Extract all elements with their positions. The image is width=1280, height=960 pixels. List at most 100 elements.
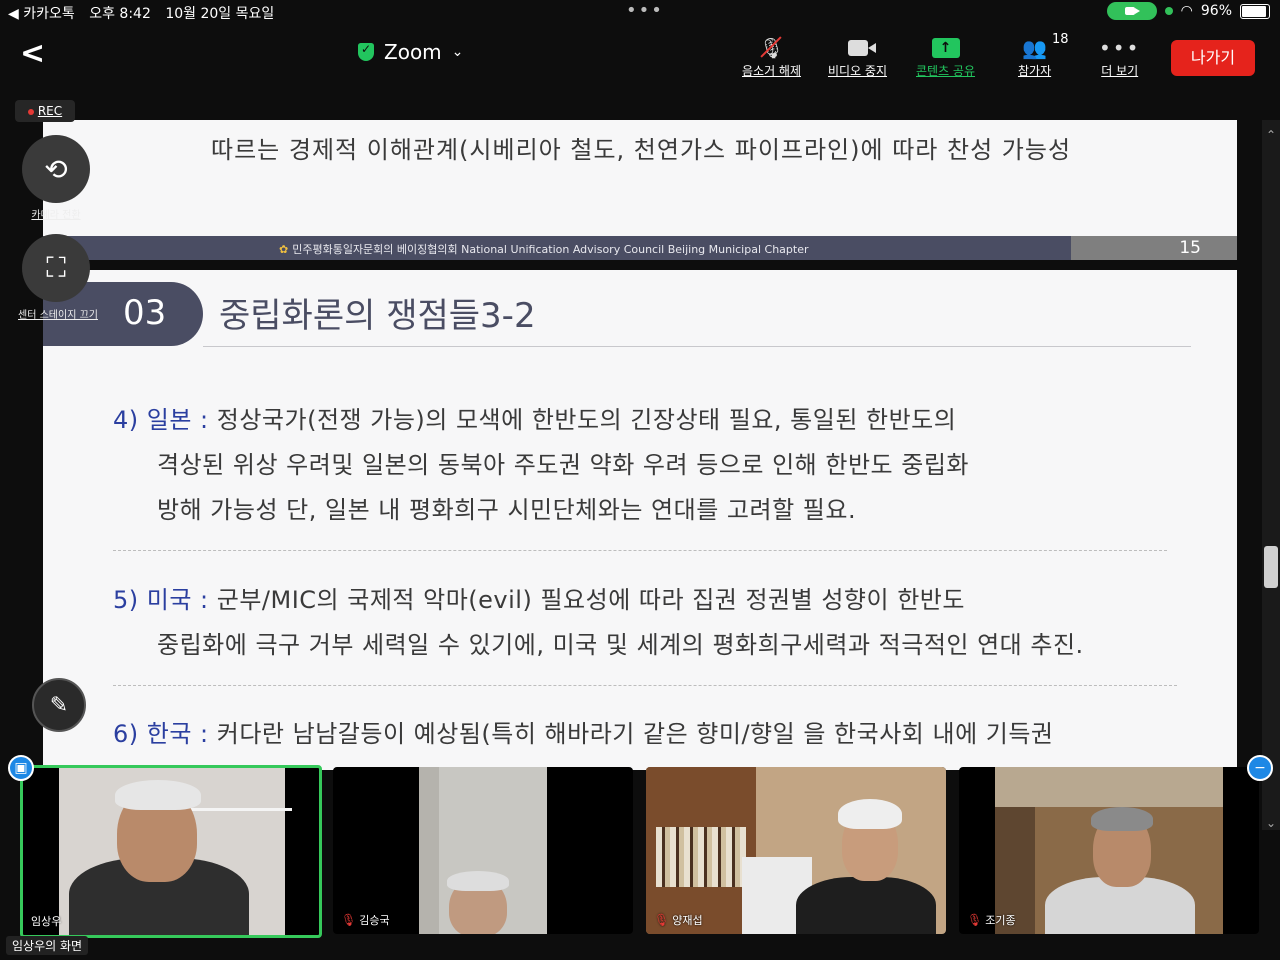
shield-check-icon [358, 42, 374, 61]
slide-footer-label: 민주평화통일자문회의 베이징협의회 National Unification A… [292, 243, 809, 256]
unmute-label: 음소거 해제 [742, 64, 802, 78]
back-chevron-icon[interactable]: < [20, 36, 45, 71]
video-feed [59, 768, 292, 935]
gallery-view-icon[interactable]: ▣ [8, 755, 34, 781]
status-left: ◀ 카카오톡 오후 8:42 10월 20일 목요일 [8, 3, 284, 23]
slide-footer-text: ✿ 민주평화통일자문회의 베이징협의회 National Unification … [279, 241, 809, 257]
people-icon: 👥 [1022, 36, 1048, 60]
meeting-title[interactable]: Zoom ⌄ [358, 40, 463, 64]
scroll-up-icon[interactable]: ⌃ [1266, 128, 1276, 142]
item-usa-text1: 군부/MIC의 국제적 악마(evil) 필요성에 따라 집권 정권별 성향이 … [208, 586, 965, 614]
camera-switch-button[interactable]: ⟲ [22, 135, 90, 203]
item-korea-text1: 커다란 남남갈등이 예상됨(특히 해바라기 같은 향미/향일 을 한국사회 내에… [208, 720, 1054, 748]
section-number: 03 [123, 293, 167, 333]
participant-name: 🎙 조기종 [967, 912, 1016, 928]
participant-name: 임상우 [31, 913, 61, 929]
section-underline [203, 346, 1191, 347]
participant-tile[interactable]: 🎙 김승국 [333, 767, 633, 934]
participant-name-text: 양재섭 [672, 914, 703, 927]
status-date: 10월 20일 목요일 [165, 6, 275, 22]
camera-rotate-icon: ⟲ [44, 152, 68, 186]
mic-off-icon: 🎙 [758, 36, 785, 60]
item-usa-label: 5) 미국 : [113, 586, 209, 614]
participant-name: 🎙 양재섭 [654, 912, 703, 928]
item-japan-line3: 방해 가능성 단, 일본 내 평화희구 시민단체와는 연대를 고려할 필요. [157, 496, 857, 524]
person-hair [115, 780, 201, 810]
participant-name: 🎙 김승국 [341, 912, 390, 928]
background-ceiling [995, 767, 1223, 807]
video-feed [646, 767, 946, 934]
center-stage-label: 센터 스테이지 끄기 [18, 310, 98, 321]
vertical-scrollbar[interactable]: ⌃ ⌄ [1262, 120, 1280, 830]
leave-button[interactable]: 나가기 [1171, 40, 1255, 76]
participant-name-text: 김승국 [359, 914, 390, 927]
record-dot-icon [27, 108, 34, 115]
multitask-dots-icon[interactable]: ••• [626, 0, 664, 21]
annotate-button[interactable]: ✎ [32, 678, 86, 732]
video-feed [995, 767, 1223, 934]
mic-muted-icon: 🎙 [654, 913, 670, 927]
item-usa-line2: 중립화에 극구 거부 세력일 수 있기에, 미국 및 세계의 평화희구세력과 적… [157, 631, 1084, 659]
person-hair [447, 871, 509, 891]
share-arrow-icon: ↑ [931, 38, 960, 58]
mic-muted-icon: 🎙 [341, 913, 357, 927]
background-books [656, 827, 746, 887]
stop-video-button[interactable]: 비디오 중지 [828, 36, 887, 79]
person-hair [1091, 807, 1153, 831]
item-japan-label: 4) 일본 : [113, 406, 209, 434]
mic-muted-icon: 🎙 [967, 913, 983, 927]
page-number-block [1071, 236, 1237, 260]
slide-footer-band: ✿ 민주평화통일자문회의 베이징협의회 National Unification … [43, 236, 1237, 260]
status-bar: ◀ 카카오톡 오후 8:42 10월 20일 목요일 ••• ◠ 96% [0, 0, 1280, 24]
slide-gap [43, 260, 1237, 270]
center-stage-button[interactable]: ⛶ [22, 234, 90, 302]
person-body [796, 877, 936, 934]
share-content-label: 콘텐츠 공유 [916, 64, 976, 78]
item-korea-label: 6) 한국 : [113, 720, 209, 748]
participant-tile-active[interactable]: 임상우 [20, 765, 322, 938]
participant-tile[interactable]: 🎙 양재섭 [646, 767, 946, 934]
slide-top-text: 따르는 경제적 이해관계(시베리아 철도, 천연가스 파이프라인)에 따라 찬성… [211, 136, 1072, 164]
item-usa-line1: 5) 미국 : 군부/MIC의 국제적 악마(evil) 필요성에 따라 집권 … [113, 580, 965, 615]
status-time: 오후 8:42 [89, 6, 151, 22]
participants-count: 18 [1052, 32, 1069, 47]
status-right: ◠ 96% [1106, 2, 1270, 20]
screen-owner-label: 임상우의 화면 [6, 936, 89, 955]
item-japan-text1: 정상국가(전쟁 가능)의 모색에 한반도의 긴장상태 필요, 통일된 한반도의 [208, 406, 957, 434]
chevron-down-icon: ⌄ [451, 44, 464, 60]
participant-name-text: 조기종 [985, 914, 1016, 927]
camera-in-use-icon [1106, 2, 1157, 20]
scroll-down-icon[interactable]: ⌄ [1266, 816, 1276, 830]
meeting-toolbar: < Zoom ⌄ 🎙 음소거 해제 비디오 중지 ↑ 콘텐츠 공유 👥 참가자 … [0, 24, 1280, 88]
participants-label: 참가자 [1018, 64, 1052, 78]
section-title: 중립화론의 쟁점들3-2 [219, 296, 536, 336]
item-japan-line1: 4) 일본 : 정상국가(전쟁 가능)의 모색에 한반도의 긴장상태 필요, 통… [113, 400, 956, 435]
more-button[interactable]: ••• 더 보기 [1099, 36, 1140, 79]
background-door [419, 767, 439, 934]
minimize-icon[interactable]: − [1247, 755, 1273, 781]
flower-logo-icon: ✿ [279, 243, 289, 256]
green-dot-icon [1164, 7, 1173, 15]
battery-percent: 96% [1200, 3, 1232, 19]
item-korea-line1: 6) 한국 : 커다란 남남갈등이 예상됨(특히 해바라기 같은 향미/향일 을… [113, 714, 1054, 749]
more-dots-icon: ••• [1099, 36, 1141, 60]
video-feed [419, 767, 547, 934]
recording-badge[interactable]: REC [15, 100, 75, 122]
shared-screen[interactable]: 따르는 경제적 이해관계(시베리아 철도, 천연가스 파이프라인)에 따라 찬성… [43, 120, 1237, 770]
unmute-button[interactable]: 🎙 음소거 해제 [742, 36, 801, 79]
stop-video-label: 비디오 중지 [828, 64, 888, 78]
participant-tile[interactable]: 🎙 조기종 [959, 767, 1259, 934]
scrollbar-thumb[interactable] [1264, 546, 1278, 588]
participant-name-text: 임상우 [31, 915, 62, 928]
back-to-app[interactable]: ◀ 카카오톡 [8, 6, 75, 22]
meeting-title-text: Zoom [384, 40, 442, 64]
more-label: 더 보기 [1101, 64, 1139, 78]
divider [113, 550, 1167, 551]
center-stage-icon: ⛶ [46, 251, 66, 284]
video-camera-icon [847, 40, 876, 56]
pencil-icon: ✎ [49, 692, 69, 718]
share-content-button[interactable]: ↑ 콘텐츠 공유 [916, 36, 975, 79]
participants-button[interactable]: 👥 참가자 [1018, 36, 1051, 79]
person-hair [838, 799, 902, 829]
item-japan-line2: 격상된 위상 우려및 일본의 동북아 주도권 약화 우려 등으로 인해 한반도 … [157, 451, 969, 479]
